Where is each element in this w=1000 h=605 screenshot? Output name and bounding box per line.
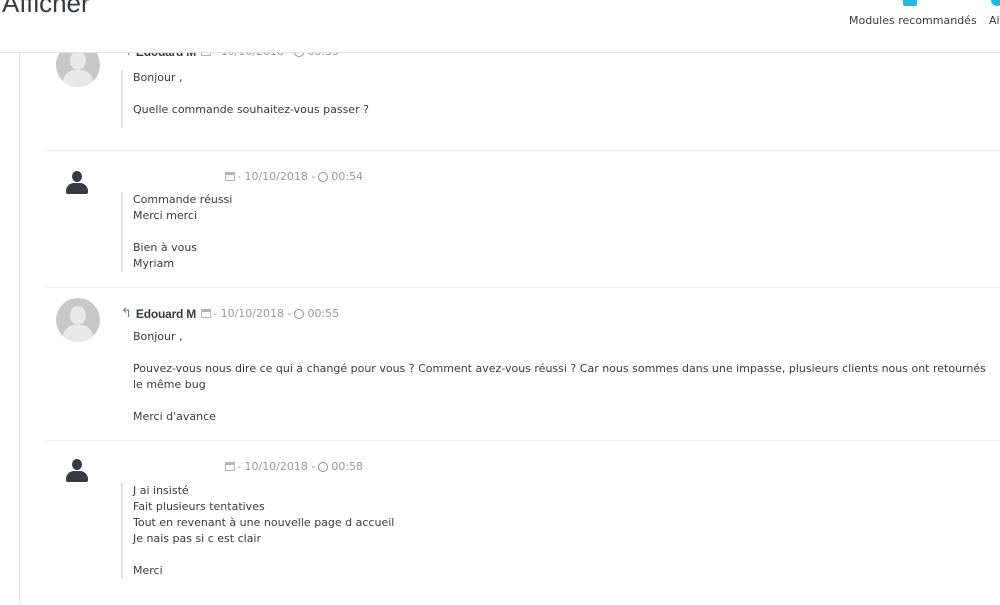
employee-avatar <box>56 298 100 342</box>
clock-icon <box>294 308 305 319</box>
message-item: - 10/10/2018 - 00:54 Commande réussi Mer… <box>46 150 1000 288</box>
message-body: J ai insisté Fait plusieurs tentatives T… <box>121 483 394 579</box>
clock-icon <box>318 461 329 472</box>
message-line: Merci merci <box>133 209 198 222</box>
message-date: - 10/10/2018 - <box>237 460 316 473</box>
help-label: Ai <box>989 14 1000 27</box>
customer-avatar-icon <box>66 459 88 483</box>
message-item: - 10/10/2018 - 00:58 J ai insisté Fait p… <box>46 440 1000 605</box>
calendar-icon <box>225 172 235 181</box>
message-thread: ↰ Edouard M - 10/10/2018 - 00:35 Bonjour… <box>20 43 1000 605</box>
calendar-icon <box>201 309 212 318</box>
message-date: - 10/10/2018 - <box>237 170 316 183</box>
message-date: - 10/10/2018 - <box>213 307 292 320</box>
message-line: Pouvez-vous nous dire ce qui a changé po… <box>133 362 986 391</box>
message-author: Edouard M <box>135 306 197 321</box>
recommended-modules-label: Modules recommandés <box>849 14 977 27</box>
message-meta: - 10/10/2018 - 00:54 <box>225 170 363 183</box>
help-link[interactable]: Ai <box>989 0 1000 27</box>
message-line: Merci <box>133 564 163 577</box>
calendar-icon <box>225 462 235 471</box>
message-line: Commande réussi <box>133 193 233 206</box>
message-line: Fait plusieurs tentatives <box>133 500 265 513</box>
message-time: 00:58 <box>331 460 364 473</box>
message-body: Bonjour , Quelle commande souhaitez-vous… <box>121 70 369 128</box>
message-line: Bien à vous <box>133 241 198 254</box>
page-title: Afficher <box>2 0 90 18</box>
message-line: J ai insisté <box>133 484 189 497</box>
message-line: Bonjour , <box>133 330 183 343</box>
message-line: Tout en revenant à une nouvelle page d a… <box>133 516 395 529</box>
message-meta: ↰ Edouard M - 10/10/2018 - 00:55 <box>121 306 339 321</box>
message-line: Je nais pas si c est clair <box>133 532 262 545</box>
message-line: Myriam <box>133 257 175 270</box>
message-line: Merci d'avance <box>133 410 216 423</box>
message-line: Bonjour , <box>133 71 183 84</box>
top-bar: Afficher Modules recommandés Ai <box>0 0 1000 53</box>
help-icon <box>991 0 1000 6</box>
message-item: ↰ Edouard M - 10/10/2018 - 00:55 Bonjour… <box>46 287 1000 441</box>
recommended-modules-link[interactable]: Modules recommandés <box>849 0 977 27</box>
message-time: 00:55 <box>307 307 340 320</box>
message-body: Bonjour , Pouvez-vous nous dire ce qui a… <box>121 329 993 425</box>
puzzle-icon <box>903 0 917 6</box>
message-line: Quelle commande souhaitez-vous passer ? <box>133 103 369 116</box>
clock-icon <box>318 171 329 182</box>
message-body: Commande réussi Merci merci Bien à vous … <box>121 192 232 272</box>
customer-avatar-icon <box>66 171 88 195</box>
message-meta: - 10/10/2018 - 00:58 <box>225 460 363 473</box>
reply-icon: ↰ <box>121 306 132 321</box>
message-time: 00:54 <box>331 170 364 183</box>
